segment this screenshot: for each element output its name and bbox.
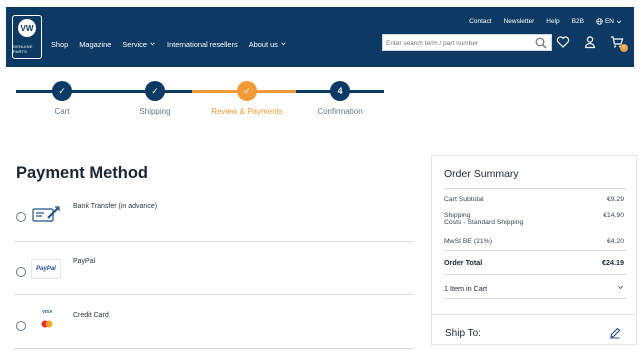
top-link-newsletter[interactable]: Newsletter bbox=[504, 18, 535, 25]
chevron-down-icon bbox=[281, 42, 286, 46]
chevron-down-icon bbox=[618, 285, 623, 290]
payment-divider bbox=[14, 348, 414, 349]
step-line-done bbox=[16, 90, 192, 93]
shipping-label: Shipping bbox=[444, 212, 471, 219]
tax-label: MwSt BE (21%) bbox=[444, 238, 492, 245]
step-cart-label[interactable]: Cart bbox=[40, 107, 84, 116]
step-review-label: Review & Payments bbox=[211, 107, 283, 116]
paypal-icon-text: PayPal bbox=[36, 266, 56, 272]
bank-transfer-radio[interactable] bbox=[16, 212, 26, 222]
summary-row-tax: MwSt BE (21%) €4.20 bbox=[444, 238, 624, 245]
step-shipping-circle[interactable]: ✓ bbox=[145, 81, 165, 101]
summary-divider bbox=[444, 250, 626, 251]
nav-about-us[interactable]: About us bbox=[249, 40, 287, 49]
globe-icon bbox=[596, 18, 603, 25]
chevron-down-icon bbox=[150, 42, 155, 46]
search-box bbox=[382, 34, 552, 51]
step-confirmation-circle: 4 bbox=[330, 81, 350, 101]
items-in-cart-label: 1 Item in Cart bbox=[444, 284, 488, 293]
step-shipping-label[interactable]: Shipping bbox=[125, 107, 185, 116]
edit-pencil-icon[interactable] bbox=[609, 327, 621, 339]
subtotal-value: €9.29 bbox=[606, 196, 624, 203]
top-nav: Contact Newsletter Help B2B EN bbox=[469, 18, 622, 25]
summary-divider bbox=[444, 298, 626, 299]
payment-divider bbox=[14, 294, 414, 295]
summary-divider bbox=[444, 188, 626, 189]
shipping-sublabel: Costs - Standard Shipping bbox=[444, 219, 524, 226]
logo-text: GENUINE PARTS bbox=[13, 44, 33, 54]
summary-row-total: Order Total €24.19 bbox=[444, 258, 624, 267]
user-icon[interactable] bbox=[583, 35, 597, 49]
nav-service-label: Service bbox=[122, 40, 147, 49]
visa-icon: VISA bbox=[42, 309, 53, 314]
ship-to-title: Ship To: bbox=[445, 328, 481, 339]
ship-to-section: Ship To: bbox=[431, 314, 637, 354]
language-label: EN bbox=[604, 18, 614, 25]
bank-transfer-label: Bank Transfer (in advance) bbox=[73, 203, 158, 210]
total-value: €24.19 bbox=[602, 258, 624, 267]
subtotal-label: Cart Subtotal bbox=[444, 196, 484, 203]
cart-count-badge: 0 bbox=[620, 44, 628, 52]
top-link-contact[interactable]: Contact bbox=[469, 18, 491, 25]
payment-divider bbox=[14, 241, 414, 242]
total-label: Order Total bbox=[444, 258, 483, 267]
vw-logo-icon: VW bbox=[18, 19, 36, 37]
main-nav: Shop Magazine Service International rese… bbox=[51, 40, 287, 49]
step-review-circle: ✓ bbox=[237, 81, 257, 101]
tax-value: €4.20 bbox=[606, 238, 624, 245]
nav-about-label: About us bbox=[248, 40, 278, 49]
credit-card-label: Credit Card bbox=[73, 312, 109, 319]
payment-option-bank-transfer[interactable]: Bank Transfer (in advance) bbox=[14, 199, 414, 251]
credit-card-radio[interactable] bbox=[16, 321, 26, 331]
payment-method-title: Payment Method bbox=[16, 164, 149, 182]
nav-service[interactable]: Service bbox=[122, 40, 156, 49]
shipping-value: €14.90 bbox=[603, 212, 624, 219]
summary-row-shipping: Shipping Costs - Standard Shipping €14.9… bbox=[444, 212, 624, 226]
chevron-down-icon bbox=[616, 20, 622, 23]
paypal-icon: PayPal bbox=[31, 259, 61, 279]
paypal-label: PayPal bbox=[73, 258, 96, 265]
cart-button[interactable]: 0 bbox=[610, 35, 628, 52]
items-in-cart-toggle[interactable]: 1 Item in Cart bbox=[444, 284, 626, 293]
order-summary-title: Order Summary bbox=[444, 168, 519, 180]
summary-divider bbox=[444, 274, 626, 275]
bank-transfer-icon bbox=[32, 206, 60, 222]
step-confirmation-label: Confirmation bbox=[317, 107, 363, 116]
payment-option-paypal[interactable]: PayPal PayPal bbox=[14, 254, 414, 306]
top-link-help[interactable]: Help bbox=[546, 18, 559, 25]
language-selector[interactable]: EN bbox=[596, 18, 622, 25]
paypal-radio[interactable] bbox=[16, 267, 26, 277]
search-input[interactable] bbox=[386, 37, 526, 49]
top-link-b2b[interactable]: B2B bbox=[572, 18, 584, 25]
heart-icon[interactable] bbox=[556, 35, 570, 49]
brand-logo[interactable]: VW GENUINE PARTS bbox=[12, 15, 42, 59]
nav-magazine[interactable]: Magazine bbox=[79, 40, 111, 49]
header-actions: 0 bbox=[556, 35, 628, 52]
checkout-stepper: ✓ ✓ ✓ 4 Cart Shipping Review & Payments … bbox=[0, 75, 400, 125]
mastercard-icon bbox=[41, 320, 53, 328]
site-header: VW GENUINE PARTS Contact Newsletter Help… bbox=[6, 7, 634, 67]
credit-card-icon: VISA bbox=[31, 308, 61, 330]
search-icon[interactable] bbox=[535, 37, 547, 49]
checkout-page: VW GENUINE PARTS Contact Newsletter Help… bbox=[0, 0, 642, 354]
step-cart-circle[interactable]: ✓ bbox=[52, 81, 72, 101]
nav-shop[interactable]: Shop bbox=[51, 40, 68, 49]
summary-row-subtotal: Cart Subtotal €9.29 bbox=[444, 196, 624, 203]
nav-international-resellers[interactable]: International resellers bbox=[167, 40, 238, 49]
